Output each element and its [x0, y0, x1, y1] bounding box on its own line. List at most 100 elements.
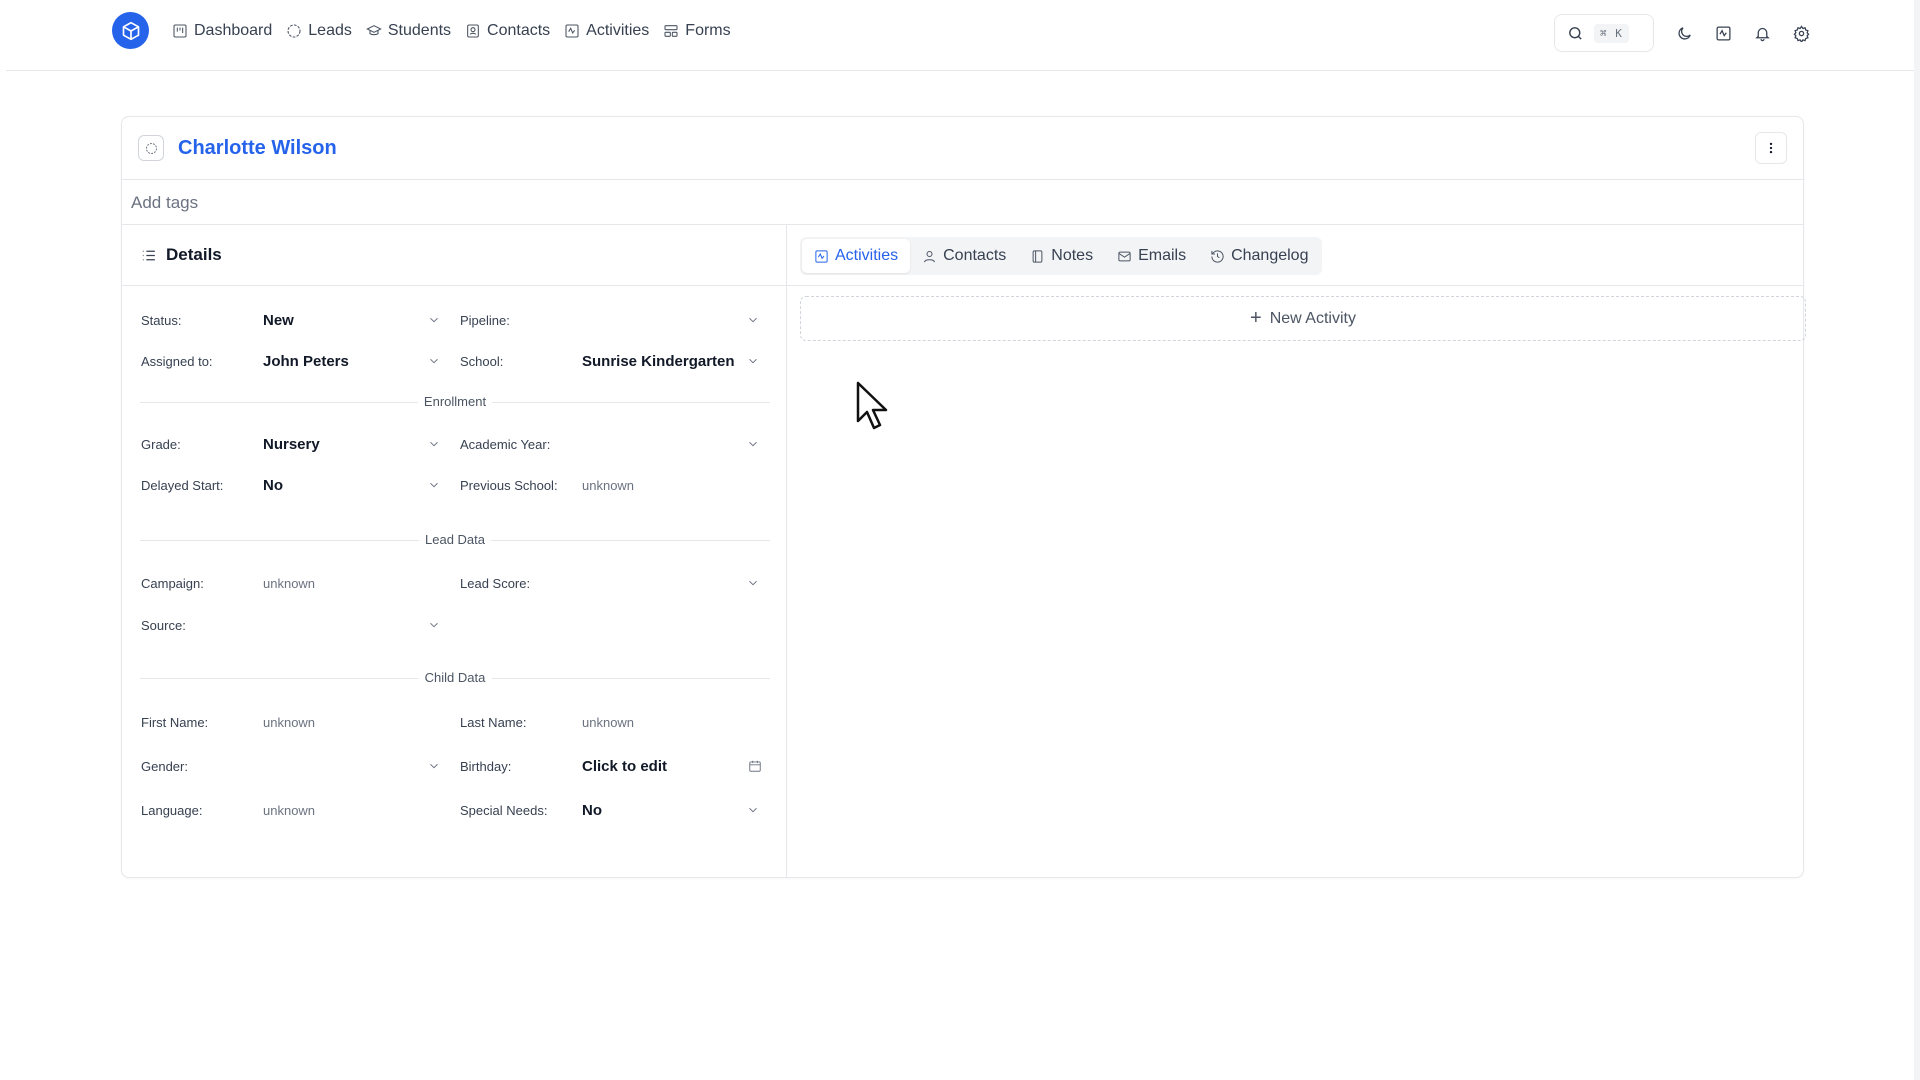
- window-scrollbar[interactable]: [1914, 0, 1920, 1080]
- field-label: Previous School:: [460, 477, 558, 493]
- nav-students[interactable]: Students: [366, 22, 451, 40]
- field-value: unknown: [263, 802, 316, 818]
- campaign-field[interactable]: Campaign: unknown: [141, 570, 441, 596]
- status-field[interactable]: Status: New: [141, 307, 441, 333]
- nav-label: Forms: [685, 22, 731, 39]
- calendar-icon[interactable]: [748, 759, 762, 773]
- chevron-down-icon: [430, 317, 438, 323]
- field-value: unknown: [263, 714, 316, 730]
- nav-label: Leads: [308, 22, 352, 39]
- lead-score-field[interactable]: Lead Score:: [460, 570, 760, 596]
- field-value: unknown: [582, 714, 635, 730]
- field-label: Pipeline:: [460, 312, 510, 328]
- tab-contacts[interactable]: Contacts: [910, 239, 1018, 273]
- tab-changelog[interactable]: Changelog: [1198, 239, 1320, 273]
- tab-emails[interactable]: Emails: [1105, 239, 1198, 273]
- field-value: Sunrise Kindergarten: [582, 352, 735, 370]
- field-label: Language:: [141, 802, 203, 818]
- bell-icon: [1754, 27, 1770, 41]
- pipeline-field[interactable]: Pipeline:: [460, 307, 760, 333]
- contact-card-icon: [467, 24, 479, 38]
- field-label: Delayed Start:: [141, 477, 224, 493]
- tab-activities[interactable]: Activities: [802, 239, 911, 273]
- chevron-down-icon: [430, 482, 438, 488]
- field-label: Assigned to:: [141, 353, 213, 369]
- top-navbar: Dashboard Leads Students Contacts Activi…: [6, 0, 1914, 71]
- language-field[interactable]: Language: unknown: [141, 797, 441, 823]
- previous-school-field[interactable]: Previous School: unknown: [460, 472, 760, 498]
- birthday-field[interactable]: Birthday: Click to edit: [460, 753, 762, 779]
- main-nav: Dashboard Leads Students Contacts Activi…: [172, 22, 745, 40]
- lead-name[interactable]: Charlotte Wilson: [178, 137, 337, 160]
- list-icon: [142, 250, 155, 260]
- activity-feed-button[interactable]: [1714, 24, 1732, 42]
- grade-field[interactable]: Grade: Nursery: [141, 431, 441, 457]
- field-label: Gender:: [141, 758, 188, 774]
- assigned-to-field[interactable]: Assigned to: John Peters: [141, 348, 441, 374]
- section-lead-data: Lead Data: [140, 532, 770, 548]
- plus-icon: +: [1250, 307, 1262, 329]
- nav-dashboard[interactable]: Dashboard: [172, 22, 272, 40]
- search-button[interactable]: ⌘ K: [1554, 14, 1654, 52]
- lead-status-icon[interactable]: [138, 135, 164, 161]
- person-icon: [924, 250, 936, 262]
- field-label: Academic Year:: [460, 436, 551, 452]
- new-activity-button[interactable]: + New Activity: [800, 296, 1806, 341]
- dashed-circle-icon: [145, 142, 157, 154]
- nav-label: Students: [387, 22, 452, 39]
- special-needs-field[interactable]: Special Needs: No: [460, 797, 760, 823]
- app-logo[interactable]: [112, 12, 149, 49]
- last-name-field[interactable]: Last Name: unknown: [460, 709, 760, 735]
- tab-label: Activities: [835, 247, 899, 264]
- field-label: First Name:: [141, 714, 209, 730]
- nav-activities[interactable]: Activities: [564, 22, 649, 40]
- mouse-cursor-icon: [856, 381, 888, 430]
- first-name-field[interactable]: First Name: unknown: [141, 709, 441, 735]
- field-value: No: [582, 801, 602, 819]
- forms-icon: [664, 25, 678, 37]
- field-label: Lead Score:: [460, 575, 531, 591]
- gear-icon: [1793, 24, 1809, 42]
- field-label: Source:: [141, 617, 186, 633]
- field-value: John Peters: [263, 352, 349, 370]
- section-enrollment: Enrollment: [140, 394, 770, 410]
- chevron-down-icon: [430, 358, 438, 364]
- details-header: Details: [122, 225, 786, 286]
- theme-toggle-button[interactable]: [1675, 24, 1693, 42]
- notebook-icon: [1032, 249, 1043, 263]
- lead-card: Charlotte Wilson Details Status: New Pip…: [121, 116, 1806, 878]
- nav-forms[interactable]: Forms: [663, 22, 731, 40]
- field-value: unknown: [582, 477, 635, 493]
- field-label: Birthday:: [460, 758, 512, 774]
- field-label: Campaign:: [141, 575, 204, 591]
- academic-year-field[interactable]: Academic Year:: [460, 431, 760, 457]
- search-shortcut: ⌘ K: [1594, 23, 1629, 43]
- section-title: Lead Data: [419, 532, 491, 547]
- nav-label: Activities: [586, 22, 650, 39]
- field-label: Special Needs:: [460, 802, 548, 818]
- more-options-button[interactable]: [1755, 132, 1787, 164]
- school-field[interactable]: School: Sunrise Kindergarten: [460, 348, 760, 374]
- section-title: Child Data: [418, 670, 492, 685]
- chevron-down-icon: [430, 441, 438, 447]
- settings-button[interactable]: [1792, 24, 1810, 42]
- activity-icon: [565, 24, 579, 38]
- source-field[interactable]: Source:: [141, 612, 441, 638]
- nav-contacts[interactable]: Contacts: [465, 22, 550, 40]
- chevron-down-icon: [430, 763, 438, 769]
- delayed-start-field[interactable]: Delayed Start: No: [141, 472, 441, 498]
- gender-field[interactable]: Gender:: [141, 753, 441, 779]
- nav-leads[interactable]: Leads: [286, 22, 352, 40]
- field-label: Status:: [141, 312, 182, 328]
- header-tools: ⌘ K: [1554, 14, 1810, 52]
- add-tags-input[interactable]: [131, 193, 531, 213]
- new-activity-label: New Activity: [1269, 309, 1356, 327]
- leads-icon: [287, 24, 301, 38]
- notifications-button[interactable]: [1753, 24, 1771, 42]
- tab-notes[interactable]: Notes: [1018, 239, 1105, 273]
- search-icon: [1569, 26, 1582, 40]
- history-icon: [1211, 249, 1224, 263]
- tags-row: [122, 180, 1803, 225]
- lead-body: Details Status: New Pipeline: Assigned t…: [122, 225, 1806, 877]
- chevron-down-icon: [749, 317, 757, 323]
